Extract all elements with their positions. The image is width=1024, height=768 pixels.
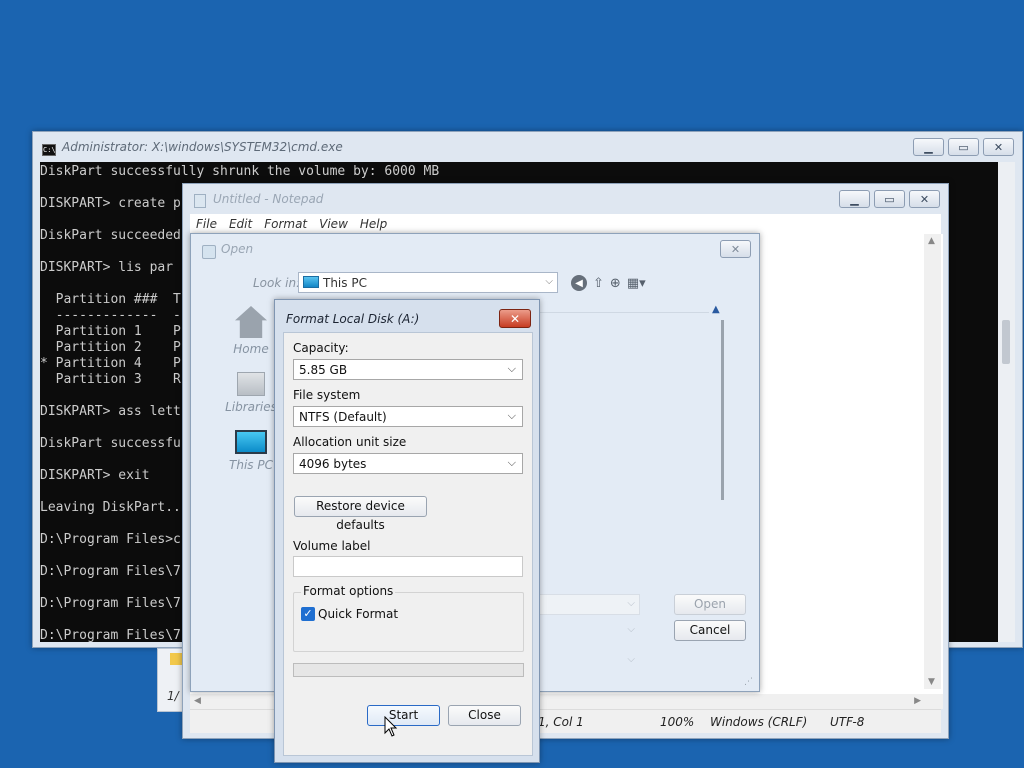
this-pc-icon <box>303 276 319 288</box>
format-progress-bar <box>293 663 524 677</box>
start-button[interactable]: Start <box>367 705 440 726</box>
encoding-combo[interactable]: ⌵ <box>534 650 640 671</box>
quick-format-label: Quick Format <box>318 607 399 621</box>
home-icon <box>235 306 267 338</box>
maximize-button[interactable]: ▭ <box>948 138 979 156</box>
open-dialog-title: Open <box>221 242 254 256</box>
scroll-down-icon[interactable]: ▼ <box>928 677 935 687</box>
look-in-value: This PC <box>323 276 367 290</box>
open-button[interactable]: Open <box>674 594 746 615</box>
chevron-down-icon: ⌵ <box>507 362 516 375</box>
close-button[interactable]: ✕ <box>983 138 1014 156</box>
list-scrollbar[interactable] <box>721 320 724 500</box>
look-in-combo[interactable]: This PC ⌵ <box>298 272 558 293</box>
chevron-down-icon: ⌵ <box>507 409 516 422</box>
back-icon[interactable]: ◀ <box>571 275 587 291</box>
minimize-button[interactable]: ▁ <box>913 138 944 156</box>
this-pc-icon <box>235 430 267 454</box>
up-folder-icon[interactable]: ⇧ <box>593 276 604 291</box>
place-libraries[interactable]: Libraries <box>221 372 281 414</box>
chevron-down-icon: ⌵ <box>627 624 635 635</box>
filename-combo[interactable]: ⌵ <box>534 594 640 615</box>
list-header-line <box>534 312 709 313</box>
minimize-button[interactable]: ▁ <box>839 190 870 208</box>
nav-toolbar: ◀ ⇧ ⊕ ▦▾ <box>571 275 646 291</box>
format-dialog[interactable]: Format Local Disk (A:) ✕ Capacity: 5.85 … <box>274 299 540 763</box>
new-folder-icon[interactable]: ⊕ <box>610 276 621 291</box>
look-in-label: Look in: <box>253 276 301 290</box>
console-scrollbar[interactable] <box>998 162 1015 642</box>
place-home[interactable]: Home <box>221 306 281 356</box>
format-dialog-body: Capacity: 5.85 GB ⌵ File system NTFS (De… <box>283 332 533 756</box>
libraries-icon <box>237 372 265 396</box>
places-bar: Home Libraries This PC <box>221 306 281 488</box>
scroll-up-icon[interactable]: ▲ <box>928 236 935 246</box>
close-button[interactable]: ✕ <box>720 240 751 258</box>
place-label: Home <box>233 342 269 356</box>
menu-view[interactable]: View <box>313 214 354 234</box>
close-button[interactable]: ✕ <box>499 309 531 328</box>
notepad-icon <box>194 194 206 208</box>
allocation-value: 4096 bytes <box>299 457 367 471</box>
menu-help[interactable]: Help <box>354 214 393 234</box>
menu-bar: File Edit Format View Help <box>190 214 941 234</box>
place-label: Libraries <box>225 400 277 414</box>
status-position: 1, Col 1 <box>538 715 584 729</box>
status-encoding: UTF-8 <box>830 715 865 729</box>
menu-edit[interactable]: Edit <box>223 214 258 234</box>
allocation-combo[interactable]: 4096 bytes ⌵ <box>293 453 523 474</box>
chevron-down-icon: ⌵ <box>627 654 635 665</box>
open-dialog-icon <box>202 245 216 259</box>
status-zoom: 100% <box>660 715 695 729</box>
close-button[interactable]: ✕ <box>909 190 940 208</box>
place-this-pc[interactable]: This PC <box>221 430 281 472</box>
filesystem-value: NTFS (Default) <box>299 410 387 424</box>
restore-defaults-button[interactable]: Restore device defaults <box>294 496 427 532</box>
vertical-scrollbar[interactable]: ▲ ▼ <box>924 234 941 689</box>
resize-grip-icon[interactable]: ⋰ <box>744 677 753 687</box>
menu-format[interactable]: Format <box>258 214 313 234</box>
behind-label: 1/ <box>167 689 179 703</box>
chevron-down-icon: ⌵ <box>507 456 516 469</box>
place-label: This PC <box>229 458 273 472</box>
view-menu-icon[interactable]: ▦▾ <box>627 276 646 291</box>
menu-file[interactable]: File <box>190 214 223 234</box>
capacity-value: 5.85 GB <box>299 363 348 377</box>
close-dialog-button[interactable]: Close <box>448 705 521 726</box>
capacity-label: Capacity: <box>293 341 349 355</box>
cmd-icon: C:\ <box>42 144 56 156</box>
format-options-group: Format options ✓ Quick Format <box>293 584 524 652</box>
volume-label-input[interactable] <box>293 556 523 577</box>
cmd-title: Administrator: X:\windows\SYSTEM32\cmd.e… <box>62 140 343 154</box>
status-line-ending: Windows (CRLF) <box>710 715 808 729</box>
scroll-thumb[interactable] <box>1002 320 1010 364</box>
chevron-down-icon: ⌵ <box>627 598 635 609</box>
allocation-label: Allocation unit size <box>293 435 407 449</box>
chevron-down-icon: ⌵ <box>545 276 553 287</box>
format-dialog-title: Format Local Disk (A:) <box>286 312 420 326</box>
quick-format-checkbox[interactable]: ✓ <box>301 607 315 621</box>
scroll-left-icon[interactable]: ◀ <box>194 696 201 706</box>
maximize-button[interactable]: ▭ <box>874 190 905 208</box>
notepad-title: Untitled - Notepad <box>213 192 324 206</box>
filesystem-label: File system <box>293 388 361 402</box>
file-list[interactable]: ▲ <box>534 304 744 502</box>
volume-label: Volume label <box>293 539 371 553</box>
collapse-icon[interactable]: ▲ <box>712 304 720 315</box>
filesystem-combo[interactable]: NTFS (Default) ⌵ <box>293 406 523 427</box>
capacity-combo[interactable]: 5.85 GB ⌵ <box>293 359 523 380</box>
scroll-right-icon[interactable]: ▶ <box>914 696 921 706</box>
cancel-button[interactable]: Cancel <box>674 620 746 641</box>
filetype-combo[interactable]: ⌵ <box>534 620 640 641</box>
format-options-title: Format options <box>301 584 396 598</box>
